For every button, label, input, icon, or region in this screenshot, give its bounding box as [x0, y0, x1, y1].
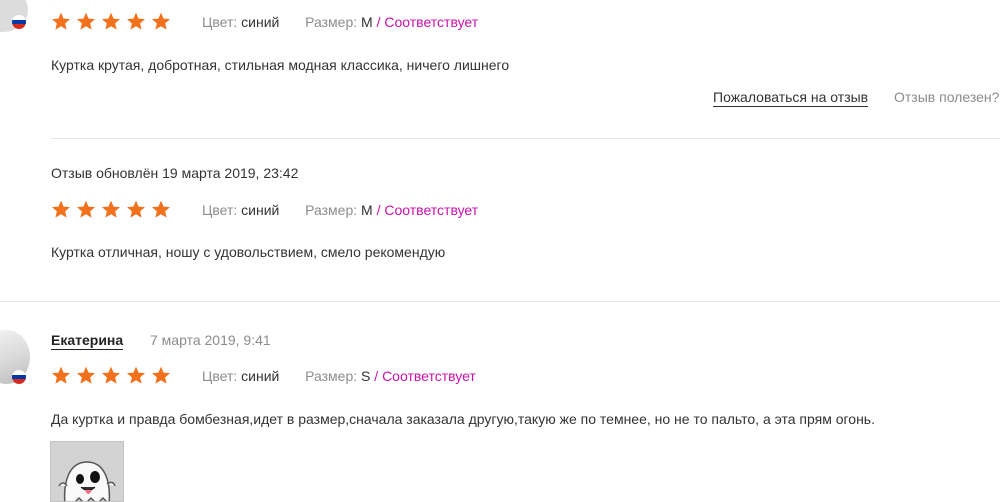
color-value: синий [241, 368, 280, 384]
size-value: S [361, 368, 371, 384]
review-meta: Цвет: синий Размер: S / Соответствует [202, 368, 476, 384]
star-icon [51, 366, 71, 384]
review-photo[interactable] [50, 441, 124, 502]
color-label: Цвет: [202, 14, 238, 30]
color-value: синий [241, 202, 280, 218]
fit-badge: Соответствует [382, 368, 476, 384]
divider [0, 301, 1000, 302]
star-icon [126, 12, 146, 30]
russia-flag-icon [12, 15, 26, 29]
star-icon [101, 366, 121, 384]
star-icon [101, 12, 121, 30]
review-text: Куртка отличная, ношу с удовольствием, с… [51, 244, 446, 260]
rating-stars [51, 200, 171, 219]
review-text: Да куртка и правда бомбезная,идет в разм… [51, 411, 875, 427]
star-icon [76, 12, 96, 30]
color-label: Цвет: [202, 368, 238, 384]
report-review-link[interactable]: Пожаловаться на отзыв [713, 89, 869, 107]
size-value: M [361, 14, 373, 30]
star-icon [76, 366, 96, 384]
review-meta: Цвет: синий Размер: M / Соответствует [202, 202, 478, 218]
ghost-emoji-icon [58, 461, 116, 501]
fit-badge: Соответствует [384, 202, 479, 218]
star-icon [126, 366, 146, 384]
rating-stars [51, 12, 171, 31]
author-name[interactable]: Екатерина [51, 332, 124, 350]
size-label: Размер: [305, 368, 358, 384]
separator: / [376, 202, 381, 218]
star-icon [51, 12, 71, 30]
review-text: Куртка крутая, добротная, стильная модна… [51, 57, 510, 73]
star-icon [151, 366, 171, 384]
star-icon [151, 200, 171, 218]
helpful-question[interactable]: Отзыв полезен? [894, 89, 999, 105]
review-date: 7 марта 2019, 9:41 [150, 332, 271, 348]
size-value: M [361, 202, 373, 218]
russia-flag-icon [12, 370, 26, 384]
color-label: Цвет: [202, 202, 238, 218]
star-icon [76, 200, 96, 218]
star-icon [126, 200, 146, 218]
review-updated-note: Отзыв обновлён 19 марта 2019, 23:42 [51, 165, 299, 181]
rating-stars [51, 366, 171, 385]
color-value: синий [241, 14, 280, 30]
separator: / [374, 368, 379, 384]
star-icon [151, 12, 171, 30]
size-label: Размер: [305, 14, 358, 30]
size-label: Размер: [305, 202, 358, 218]
fit-badge: Соответствует [384, 14, 479, 30]
review-meta: Цвет: синий Размер: M / Соответствует [202, 14, 478, 30]
divider [51, 138, 1000, 139]
star-icon [51, 200, 71, 218]
separator: / [376, 14, 381, 30]
star-icon [101, 200, 121, 218]
